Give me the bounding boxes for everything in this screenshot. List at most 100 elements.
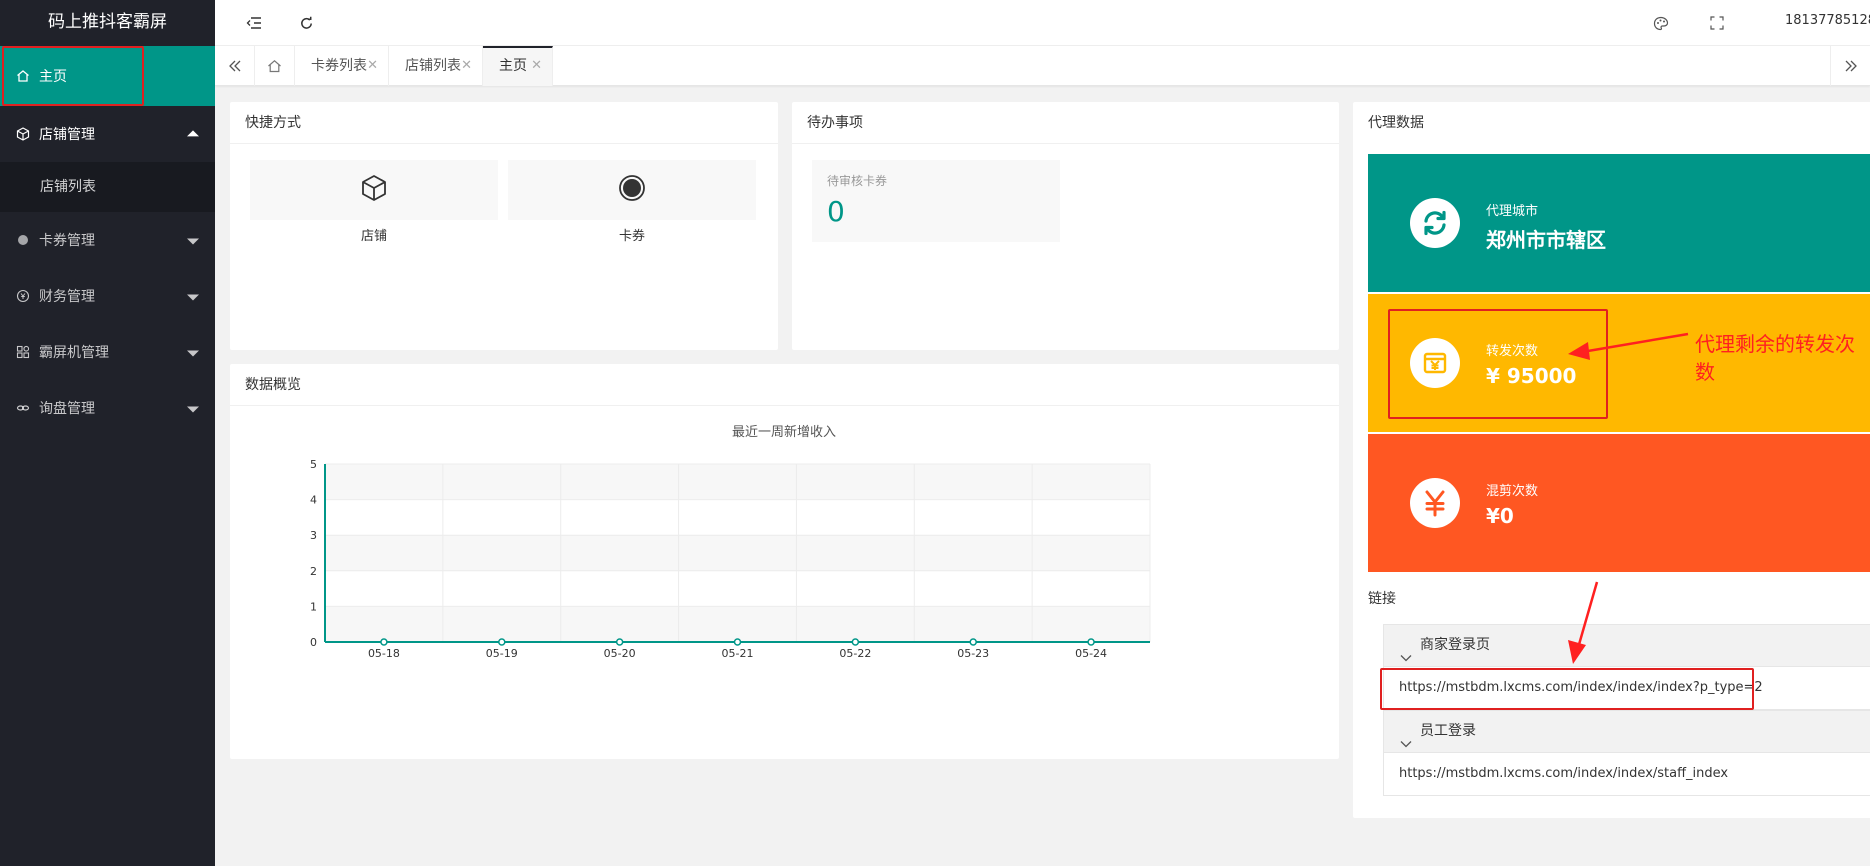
sidebar-item-label: 店铺管理: [39, 127, 95, 143]
agent-data-card: 代理数据 代理城市 郑州市市辖区 转发次数 ¥ 95000 混剪次数 ¥0 链接: [1353, 102, 1870, 818]
income-line-chart: 最近一周新增收入 0 1 2 3 4 5 05-18 05-19 05-20 05-21 05-2…: [310, 424, 1151, 660]
sidebar-item-finance-management[interactable]: 财务管理: [0, 268, 215, 324]
record-icon: [617, 173, 647, 207]
sidebar-item-label: 卡券管理: [39, 233, 95, 249]
dot-icon: [15, 232, 31, 248]
chart-x-tick-label: 05-18: [368, 647, 400, 660]
close-icon[interactable]: ✕: [531, 48, 542, 84]
chart-point: [733, 638, 742, 646]
data-overview-card-title: 数据概览: [230, 364, 1339, 406]
chart-point: [1087, 638, 1095, 646]
tab-label: 卡券列表: [311, 58, 367, 74]
shortcut-shop-button[interactable]: [250, 160, 498, 220]
chart-title: 最近一周新增收入: [732, 424, 836, 440]
sidebar-item-coupon-management[interactable]: 卡券管理: [0, 212, 215, 268]
todo-item-label: 待审核卡券: [827, 174, 888, 188]
agent-mix-value: ¥0: [1486, 504, 1514, 528]
sidebar-item-label: 询盘管理: [39, 401, 95, 417]
annotation-text: 代理剩余的转发次数: [1695, 332, 1855, 384]
chart-grid-band: [325, 606, 1150, 642]
page-tabs-bar: 卡券列表 ✕ 店铺列表 ✕ 主页 ✕: [215, 46, 1870, 86]
chart-y-tick-label: 3: [310, 529, 317, 542]
merchant-login-collapse-header[interactable]: 商家登录页: [1383, 624, 1870, 667]
sidebar-item-label: 霸屏机管理: [39, 345, 109, 361]
yen-icon: [1410, 478, 1460, 528]
menu-collapse-icon[interactable]: [243, 12, 265, 34]
tab-home-icon[interactable]: [255, 46, 295, 86]
chart-point: [615, 638, 624, 646]
staff-login-collapse-header[interactable]: 员工登录: [1383, 710, 1870, 753]
todo-item-value: 0: [827, 195, 845, 228]
refresh-circle-icon: [1410, 198, 1460, 248]
todo-pending-coupons[interactable]: 待审核卡券 0: [812, 160, 1060, 242]
chart-grid-band: [325, 464, 1150, 500]
refresh-icon[interactable]: [295, 12, 317, 34]
tab-label: 店铺列表: [405, 58, 461, 74]
chart-x-tick-label: 05-24: [1075, 647, 1107, 660]
sidebar: 码上推抖客霸屏 主页 店铺管理 店铺列表 卡券管理 财务管理 霸屏机管理 询盘管…: [0, 0, 215, 866]
annotation-highlight-forward: [1388, 309, 1608, 419]
agent-mix-label: 混剪次数: [1486, 484, 1539, 499]
tabs-scroll-right-icon[interactable]: [1830, 46, 1870, 86]
caret-down-icon: [187, 350, 199, 357]
agent-mix-block: 混剪次数 ¥0: [1368, 434, 1870, 572]
chart-y-tick-label: 0: [310, 636, 317, 649]
chart-y-tick-label: 5: [310, 458, 317, 471]
todo-card: 待办事项 待审核卡券 0: [792, 102, 1339, 350]
shortcut-coupon-label: 卡券: [618, 229, 645, 244]
todo-card-title: 待办事项: [792, 102, 1339, 144]
close-icon[interactable]: ✕: [367, 46, 378, 86]
staff-login-url[interactable]: https://mstbdm.lxcms.com/index/index/sta…: [1383, 753, 1870, 796]
chart-point: [851, 638, 860, 646]
apps-icon: [15, 344, 31, 360]
close-icon[interactable]: ✕: [461, 46, 472, 86]
chart-x-tick-label: 05-23: [957, 647, 989, 660]
chart-point: [969, 638, 977, 646]
sidebar-item-label: 财务管理: [39, 289, 95, 305]
chart-x-tick-label: 05-20: [604, 647, 636, 660]
chart-grid: [324, 463, 1151, 643]
shortcut-coupon-button[interactable]: [508, 160, 756, 220]
shortcuts-card-title: 快捷方式: [230, 102, 778, 144]
chart-grid-band: [325, 535, 1150, 571]
staff-login-label: 员工登录: [1420, 723, 1476, 739]
chart-y-tick-label: 1: [310, 600, 317, 613]
tab-coupon-list[interactable]: 卡券列表 ✕: [295, 46, 389, 86]
caret-up-icon: [187, 130, 199, 137]
data-overview-card: 数据概览 最近一周新增收入 0 1 2 3 4 5 05-18 05-19 05-20 05-2…: [230, 364, 1339, 759]
sidebar-subitem-shop-list[interactable]: 店铺列表: [0, 162, 215, 212]
chart-y-tick-label: 4: [310, 494, 317, 507]
agent-city-label: 代理城市: [1486, 204, 1539, 219]
tab-home[interactable]: 主页 ✕: [483, 46, 553, 86]
shortcut-shop-label: 店铺: [360, 229, 387, 244]
yen-circle-icon: [15, 288, 31, 304]
chart-y-tick-label: 2: [310, 565, 317, 578]
chart-point: [380, 638, 388, 646]
chart-x-tick-label: 05-19: [486, 647, 518, 660]
agent-city-value: 郑州市市辖区: [1486, 228, 1606, 252]
sidebar-item-inquiry-management[interactable]: 询盘管理: [0, 380, 215, 436]
caret-down-icon: [187, 238, 199, 245]
fullscreen-icon[interactable]: [1706, 12, 1728, 34]
shortcuts-card: 快捷方式 店铺 卡券: [230, 102, 778, 350]
annotation-highlight-home: [2, 46, 144, 106]
chart-x-tick-label: 05-22: [839, 647, 871, 660]
cube-icon: [15, 126, 31, 142]
agent-city-block: 代理城市 郑州市市辖区: [1368, 154, 1870, 292]
sidebar-item-screen-machine-management[interactable]: 霸屏机管理: [0, 324, 215, 380]
sidebar-item-shop-management[interactable]: 店铺管理: [0, 106, 215, 162]
app-logo-title: 码上推抖客霸屏: [0, 0, 215, 46]
user-account-label[interactable]: 18137785128: [1785, 13, 1870, 28]
caret-down-icon: [187, 406, 199, 413]
annotation-highlight-merchant-url: [1380, 668, 1754, 710]
link-icon: [15, 400, 31, 416]
tab-shop-list[interactable]: 店铺列表 ✕: [389, 46, 483, 86]
tabs-scroll-left-icon[interactable]: [215, 46, 255, 86]
caret-down-icon: [187, 294, 199, 301]
merchant-login-label: 商家登录页: [1420, 637, 1490, 653]
chart-y-axis: 0 1 2 3 4 5: [310, 458, 326, 649]
links-section-title: 链接: [1368, 591, 1396, 607]
theme-palette-icon[interactable]: [1650, 12, 1672, 34]
agent-data-card-title: 代理数据: [1368, 115, 1424, 131]
chart-point: [498, 638, 506, 646]
